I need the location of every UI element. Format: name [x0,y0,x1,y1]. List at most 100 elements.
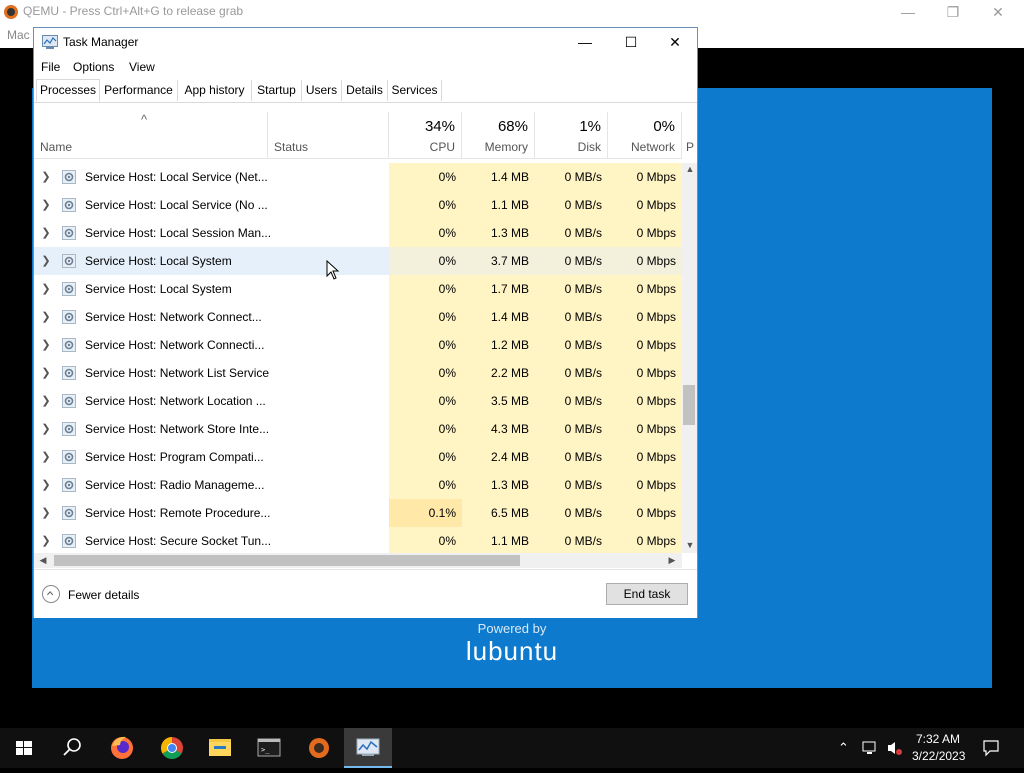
header-power-label[interactable]: P [686,140,694,154]
scroll-up-arrow-icon[interactable]: ▲ [684,164,696,174]
qemu-close-button[interactable]: ✕ [983,2,1013,22]
mouse-cursor-icon [326,260,340,280]
table-row[interactable]: ❯ Service Host: Network Connecti... 0% 1.2 … [34,331,682,359]
fewer-details-chevron-icon[interactable] [42,585,60,603]
table-row[interactable]: ❯ Service Host: Remote Procedure... 0.1% 6.… [34,499,682,527]
header-disk[interactable]: 1% Disk [535,112,608,158]
process-memory: 1.4 MB [462,163,535,191]
table-row[interactable]: ❯ Service Host: Local System 0% 1.7 MB 0 MB/… [34,275,682,303]
close-button[interactable]: ✕ [652,28,698,56]
expand-chevron-icon[interactable]: ❯ [40,219,52,247]
qemu-minimize-button[interactable]: — [893,2,923,22]
scroll-right-arrow-icon[interactable]: ▶ [666,555,678,566]
volume-muted-icon[interactable] [886,740,904,756]
table-row[interactable]: ❯ Service Host: Network Store Inte... 0% 4.… [34,415,682,443]
chrome-icon[interactable] [148,728,196,768]
service-gear-icon [62,366,76,380]
qemu-titlebar: QEMU - Press Ctrl+Alt+G to release grab … [0,0,1024,24]
expand-chevron-icon[interactable]: ❯ [40,163,52,191]
table-row[interactable]: ❯ Service Host: Local System 0% 3.7 MB 0 MB/… [34,247,682,275]
footer: Fewer details End task [34,569,697,618]
table-row[interactable]: ❯ Service Host: Radio Manageme... 0% 1.3 MB… [34,471,682,499]
expand-chevron-icon[interactable]: ❯ [40,359,52,387]
expand-chevron-icon[interactable]: ❯ [40,191,52,219]
process-name: Service Host: Network Location ... [85,394,266,408]
windows-start-icon[interactable] [0,728,48,768]
table-row[interactable]: ❯ Service Host: Program Compati... 0% 2.4 M… [34,443,682,471]
expand-chevron-icon[interactable]: ❯ [40,499,52,527]
qemu-menu-machine[interactable]: Mac [7,28,30,42]
expand-chevron-icon[interactable]: ❯ [40,247,52,275]
table-row[interactable]: ❯ Service Host: Local Session Man... 0% 1.3… [34,219,682,247]
header-network[interactable]: 0% Network [608,112,682,158]
expand-chevron-icon[interactable]: ❯ [40,387,52,415]
tab-startup[interactable]: Startup [252,80,302,101]
service-gear-icon [62,394,76,408]
process-disk: 0 MB/s [535,191,608,219]
header-name[interactable]: ^ Name [34,112,268,158]
expand-chevron-icon[interactable]: ❯ [40,527,52,553]
horizontal-scroll-thumb[interactable] [54,555,520,566]
minimize-button[interactable]: — [562,28,608,56]
process-name: Service Host: Local System [85,254,232,268]
tab-users[interactable]: Users [302,80,342,101]
process-network: 0 Mbps [608,443,682,471]
process-memory: 3.5 MB [462,387,535,415]
table-row[interactable]: ❯ Service Host: Network Location ... 0% 3.5… [34,387,682,415]
vertical-scroll-thumb[interactable] [683,385,695,425]
table-row[interactable]: ❯ Service Host: Network Connect... 0% 1.4 M… [34,303,682,331]
tab-app-history[interactable]: App history [178,80,252,101]
menu-view[interactable]: View [129,60,155,74]
service-gear-icon [62,338,76,352]
tab-services[interactable]: Services [388,80,442,101]
expand-chevron-icon[interactable]: ❯ [40,443,52,471]
table-row[interactable]: ❯ Service Host: Local Service (Net... 0% 1.… [34,163,682,191]
end-task-button[interactable]: End task [606,583,688,605]
process-cpu: 0% [389,415,462,443]
process-network: 0 Mbps [608,303,682,331]
qemu-app-icon[interactable] [295,728,343,768]
maximize-button[interactable]: ☐ [608,28,654,56]
task-manager-taskbar-icon[interactable] [344,728,392,768]
expand-chevron-icon[interactable]: ❯ [40,331,52,359]
process-network: 0 Mbps [608,247,682,275]
search-icon[interactable] [48,728,96,768]
menu-options[interactable]: Options [73,60,114,74]
process-name: Service Host: Local Session Man... [85,226,272,240]
header-status[interactable]: Status [268,112,389,158]
expand-chevron-icon[interactable]: ❯ [40,415,52,443]
scroll-left-arrow-icon[interactable]: ◀ [37,555,49,566]
fewer-details-link[interactable]: Fewer details [68,588,139,602]
show-hidden-icons-chevron-icon[interactable]: ⌃ [838,740,849,756]
scroll-down-arrow-icon[interactable]: ▼ [684,540,696,550]
terminal-icon[interactable]: >_ [245,728,293,768]
tab-performance[interactable]: Performance [100,80,178,101]
qemu-restore-button[interactable]: ❐ [938,2,968,22]
header-memory[interactable]: 68% Memory [462,112,535,158]
header-cpu[interactable]: 34% CPU [389,112,462,158]
clock-date[interactable]: 3/22/2023 [912,749,965,763]
process-name: Service Host: Local System [85,282,232,296]
service-gear-icon [62,534,76,548]
table-row[interactable]: ❯ Service Host: Network List Service 0% 2.2… [34,359,682,387]
expand-chevron-icon[interactable]: ❯ [40,471,52,499]
network-icon[interactable] [862,740,880,756]
tab-details[interactable]: Details [342,80,388,101]
menu-file[interactable]: File [41,60,60,74]
expand-chevron-icon[interactable]: ❯ [40,303,52,331]
tab-processes[interactable]: Processes [36,79,100,102]
file-explorer-icon[interactable] [196,728,244,768]
process-memory: 1.3 MB [462,471,535,499]
table-row[interactable]: ❯ Service Host: Local Service (No ... 0% 1.… [34,191,682,219]
expand-chevron-icon[interactable]: ❯ [40,275,52,303]
clock-time[interactable]: 7:32 AM [916,732,960,746]
table-row[interactable]: ❯ Service Host: Secure Socket Tun... 0% 1.1… [34,527,682,553]
header-disk-label: Disk [577,140,601,154]
process-memory: 1.1 MB [462,527,535,553]
action-center-icon[interactable] [982,739,1000,757]
process-name: Service Host: Secure Socket Tun... [85,534,272,548]
vertical-scrollbar[interactable] [682,163,697,553]
process-name: Service Host: Network Connect... [85,310,262,324]
process-network: 0 Mbps [608,359,682,387]
firefox-icon[interactable] [98,728,146,768]
